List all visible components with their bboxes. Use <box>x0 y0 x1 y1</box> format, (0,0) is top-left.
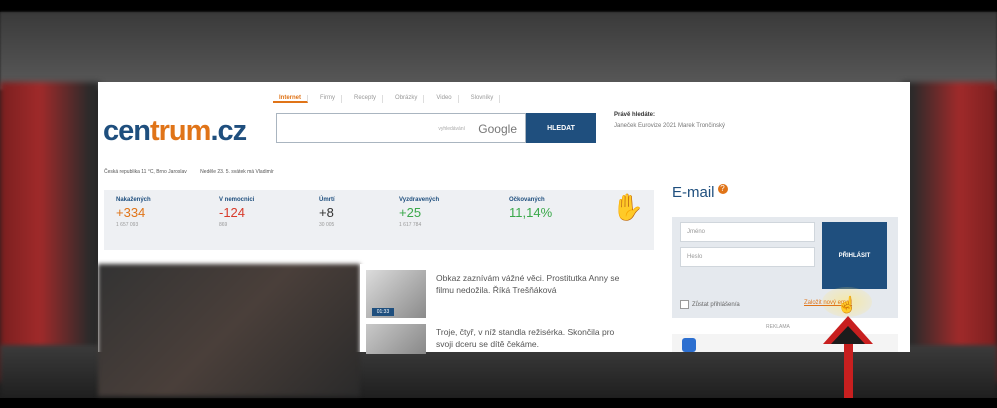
ad-logo-icon <box>682 338 696 352</box>
weather-text[interactable]: Česká republika 11 °C, Brno Jaroslav <box>104 169 187 175</box>
list-item[interactable]: Troje, čtyř, v níž standla režisérka. Sk… <box>366 324 628 364</box>
tab-firmy[interactable]: Firmy <box>314 95 343 103</box>
virus-hand-icon: ✋ <box>611 192 644 222</box>
tab-obrazky[interactable]: Obrázky <box>389 95 425 103</box>
info-bar: Česká republika 11 °C, Brno Jaroslav Ned… <box>104 169 286 175</box>
tab-recepty[interactable]: Recepty <box>348 95 384 103</box>
centrum-logo[interactable]: centrum.cz <box>103 115 247 148</box>
list-item[interactable]: 01:33 Obkaz zaznívám vážné věci. Prostit… <box>366 270 628 318</box>
tab-internet[interactable]: Internet <box>273 95 309 103</box>
video-duration-badge: 01:33 <box>372 308 394 316</box>
login-button[interactable]: PŘIHLÁSIT <box>822 222 887 289</box>
email-login-widget: E-mail? Jméno Heslo PŘIHLÁSIT Zůstat při… <box>672 184 898 318</box>
trends-title: Právě hledáte: <box>614 112 656 118</box>
hand-cursor-icon: ☝ <box>837 297 857 314</box>
stat-infected[interactable]: Nakažených +334 1 657 093 <box>116 197 151 228</box>
search-tabs: Internet Firmy Recepty Obrázky Video Slo… <box>273 95 501 103</box>
red-arrow-cutout <box>831 326 865 344</box>
ad-label: REKLAMA <box>766 324 790 330</box>
video-overlay-content <box>98 264 360 396</box>
news-thumbnail[interactable]: 01:33 <box>366 270 426 318</box>
trending-searches: Právě hledáte: Janeček Eurovize 2021 Mar… <box>614 112 725 129</box>
help-badge-icon[interactable]: ? <box>717 184 728 194</box>
search-pre-label: vyhledávání <box>438 126 465 132</box>
email-login-box: Jméno Heslo PŘIHLÁSIT Zůstat přihlášen/a… <box>672 217 898 318</box>
news-headline[interactable]: Troje, čtyř, v níž standla režisérka. Sk… <box>436 326 626 350</box>
checkbox-icon[interactable] <box>680 300 689 309</box>
video-background-band <box>0 12 997 90</box>
news-headline[interactable]: Obkaz zaznívám vážné věci. Prostitutka A… <box>436 272 626 296</box>
stat-hospital[interactable]: V nemocnici -124 869 <box>219 197 254 228</box>
stat-deaths[interactable]: Úmrtí +8 30 005 <box>319 197 335 228</box>
search-input[interactable]: vyhledávání Google <box>276 113 526 143</box>
red-arrow-shaft <box>844 335 853 398</box>
username-field[interactable]: Jméno <box>680 222 815 242</box>
google-brand-label: Google <box>478 122 517 136</box>
email-title: E-mail? <box>672 184 898 201</box>
stat-vaccinated[interactable]: Očkovaných 11,14% <box>509 197 552 222</box>
news-list: 01:33 Obkaz zaznívám vážné věci. Prostit… <box>360 264 632 354</box>
video-background-right <box>902 82 997 382</box>
remember-me-checkbox[interactable]: Zůstat přihlášen/a <box>680 300 740 309</box>
search-button[interactable]: HLEDAT <box>526 113 596 143</box>
tab-video[interactable]: Video <box>430 95 459 103</box>
tab-slovniky[interactable]: Slovníky <box>465 95 501 103</box>
nameday-text: Neděle 23. 5. svátek má Vladimír <box>200 169 274 175</box>
password-field[interactable]: Heslo <box>680 247 815 267</box>
stat-recovered[interactable]: Vyzdravených +25 1 617 784 <box>399 197 439 228</box>
covid-stats-panel: Nakažených +334 1 657 093 V nemocnici -1… <box>104 190 654 250</box>
video-frame-top <box>0 0 997 12</box>
video-frame-bottom <box>0 398 997 408</box>
video-background-left <box>0 82 100 382</box>
trends-items[interactable]: Janeček Eurovize 2021 Marek Trončinský <box>614 123 725 129</box>
news-thumbnail[interactable] <box>366 324 426 354</box>
